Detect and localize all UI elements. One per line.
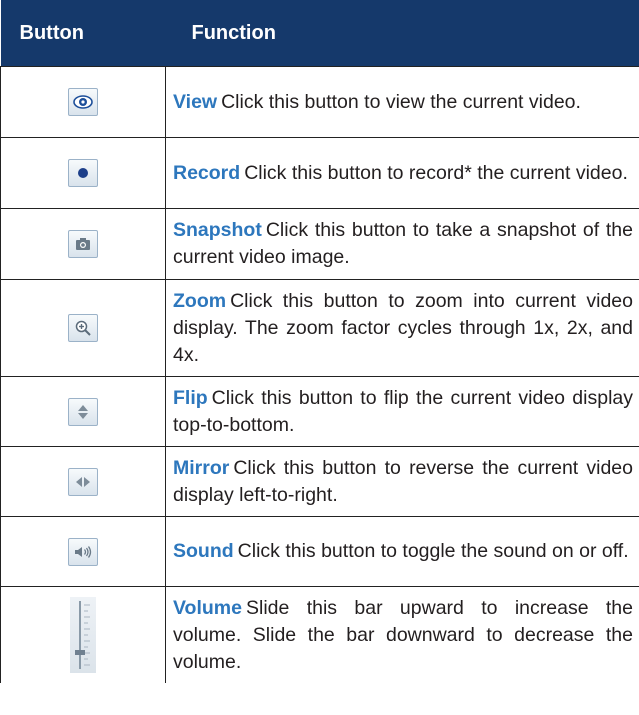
mirror-horizontal-icon[interactable] [68, 467, 98, 496]
button-function-table: Button Function View Click this button to… [0, 0, 639, 683]
description-cell: Volume Slide this bar upward to increase … [165, 586, 639, 683]
row-text: Click this button to toggle the sound on… [237, 540, 629, 562]
camera-icon[interactable] [68, 230, 98, 258]
volume-slider-icon[interactable] [70, 597, 96, 673]
table-header-row: Button Function [0, 0, 639, 67]
speaker-icon[interactable] [68, 537, 98, 566]
header-button: Button [0, 0, 166, 67]
eye-icon[interactable] [68, 88, 98, 116]
description-cell: View Click this button to view the curren… [165, 66, 639, 138]
icon-cell [0, 279, 166, 377]
table-row: Flip Click this button to flip the curren… [0, 376, 639, 447]
description-cell: Mirror Click this button to reverse the c… [165, 446, 639, 517]
header-function: Function [165, 0, 639, 67]
icon-cell [0, 66, 166, 138]
icon-cell [0, 446, 166, 517]
description-cell: Flip Click this button to flip the curren… [165, 376, 639, 447]
row-text: Click this button to view the current vi… [221, 90, 581, 113]
table-row: Record Click this button to record* the c… [0, 137, 639, 209]
table-row: Snapshot Click this button to take a snap… [0, 208, 639, 280]
description-cell: Record Click this button to record* the c… [165, 137, 639, 209]
icon-cell [0, 586, 166, 683]
icon-cell [0, 516, 166, 587]
description-cell: Zoom Click this button to zoom into curre… [165, 279, 639, 377]
row-keyword: Mirror [173, 456, 230, 479]
zoom-in-icon[interactable] [68, 314, 98, 342]
row-keyword: Zoom [173, 289, 227, 312]
description-cell: Snapshot Click this button to take a snap… [165, 208, 639, 280]
row-keyword: Flip [173, 386, 208, 409]
row-keyword: Volume [173, 596, 242, 619]
table-row: View Click this button to view the curren… [0, 66, 639, 138]
row-text: Click this button to reverse the current… [173, 456, 633, 506]
row-text: Click this button to flip the current vi… [173, 386, 633, 436]
row-keyword: Snapshot [173, 219, 262, 241]
icon-cell [0, 208, 166, 280]
row-text: Click this button to record* the current… [244, 161, 628, 184]
record-dot-icon[interactable] [68, 159, 98, 187]
row-keyword: Record [173, 161, 241, 184]
row-keyword: Sound [173, 540, 234, 562]
table-row: Sound Click this button to toggle the sou… [0, 516, 639, 587]
table-row: Mirror Click this button to reverse the c… [0, 446, 639, 517]
flip-vertical-icon[interactable] [68, 397, 98, 426]
row-keyword: View [173, 90, 218, 113]
row-text: Slide this bar upward to increase the vo… [173, 596, 633, 673]
table-row: Zoom Click this button to zoom into curre… [0, 279, 639, 377]
description-cell: Sound Click this button to toggle the sou… [165, 516, 639, 587]
table-row: Volume Slide this bar upward to increase … [0, 586, 639, 683]
icon-cell [0, 376, 166, 447]
row-text: Click this button to zoom into current v… [173, 289, 633, 366]
icon-cell [0, 137, 166, 209]
